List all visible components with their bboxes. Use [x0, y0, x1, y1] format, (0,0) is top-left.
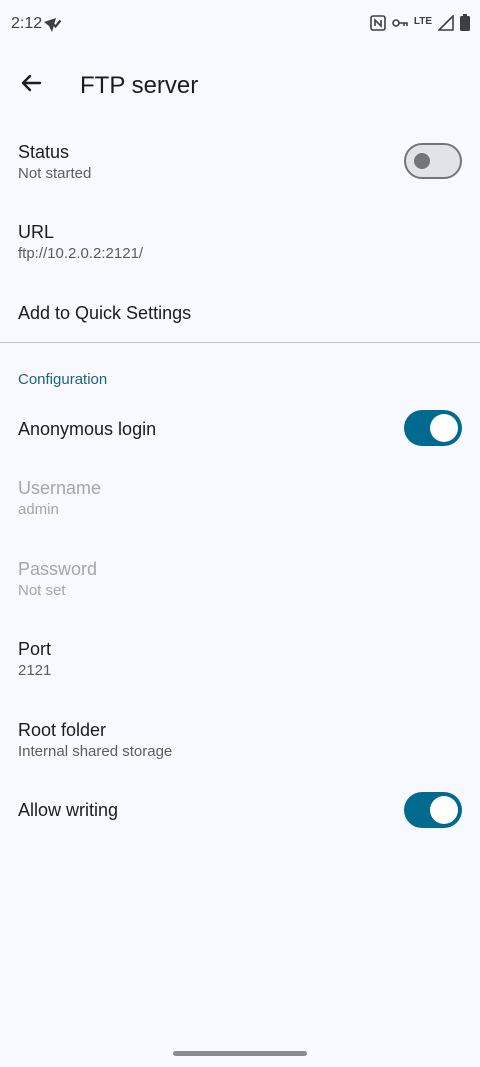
password-title: Password [18, 559, 98, 579]
status-bar: 2:12 LTE [0, 0, 480, 52]
gesture-navigation-bar[interactable] [173, 1051, 307, 1056]
status-subtitle: Not started [18, 165, 92, 182]
notification-check-icon [42, 16, 62, 41]
root-folder-value: Internal shared storage [18, 743, 173, 760]
vpn-key-icon [392, 16, 408, 34]
divider [0, 342, 480, 343]
allow-writing-row[interactable]: Allow writing [0, 782, 480, 838]
url-subtitle: ftp://10.2.0.2:2121/ [18, 245, 144, 262]
battery-icon [460, 14, 470, 36]
network-type-label: LTE [413, 15, 432, 27]
root-folder-row[interactable]: Root folder Internal shared storage [0, 704, 480, 774]
port-title: Port [18, 639, 52, 659]
status-toggle[interactable] [404, 143, 462, 179]
status-time: 2:12 [11, 15, 43, 32]
nfc-icon [370, 14, 386, 36]
app-bar: FTP server [0, 52, 480, 122]
password-row[interactable]: Password Not set [0, 543, 480, 613]
url-title: URL [18, 222, 55, 242]
port-row[interactable]: Port 2121 [0, 623, 480, 693]
anonymous-login-title: Anonymous login [18, 419, 157, 439]
toggle-knob [430, 414, 458, 442]
arrow-back-icon [20, 72, 42, 99]
status-title: Status [18, 142, 70, 162]
toggle-knob [430, 796, 458, 824]
back-button[interactable] [14, 68, 48, 102]
anonymous-login-toggle[interactable] [404, 410, 462, 446]
port-value: 2121 [18, 662, 52, 679]
status-icons: LTE [370, 13, 470, 36]
username-title: Username [18, 478, 102, 498]
password-value: Not set [18, 582, 66, 599]
page-title: FTP server [80, 72, 199, 99]
configuration-header: Configuration [18, 371, 108, 388]
allow-writing-title: Allow writing [18, 800, 119, 820]
signal-icon [437, 13, 454, 36]
allow-writing-toggle[interactable] [404, 792, 462, 828]
quick-settings-row[interactable]: Add to Quick Settings [0, 287, 480, 339]
toggle-knob [414, 153, 430, 169]
anonymous-login-row[interactable]: Anonymous login [0, 400, 480, 456]
status-setting-row[interactable]: Status Not started [0, 126, 480, 196]
quick-settings-title: Add to Quick Settings [18, 303, 192, 323]
username-value: admin [18, 501, 59, 518]
root-folder-title: Root folder [18, 720, 107, 740]
url-setting-row[interactable]: URL ftp://10.2.0.2:2121/ [0, 206, 480, 276]
username-row[interactable]: Username admin [0, 462, 480, 532]
